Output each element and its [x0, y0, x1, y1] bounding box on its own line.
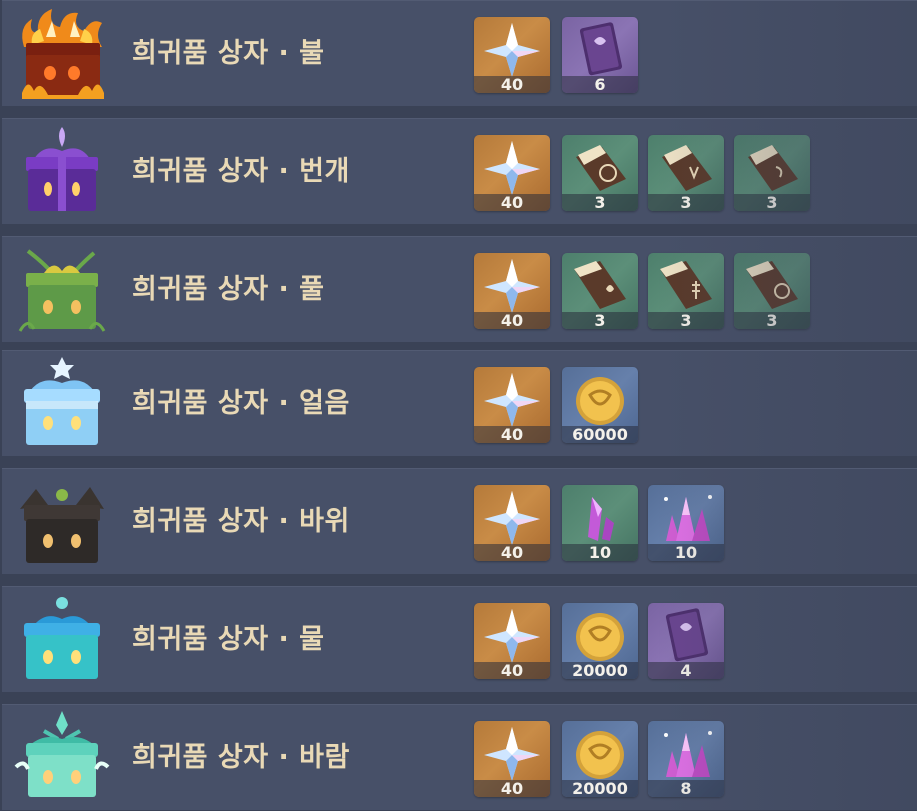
purple-book-icon — [652, 605, 720, 665]
crystal-cluster-icon — [652, 723, 720, 783]
reward-quantity: 3 — [562, 312, 638, 329]
cryo-chest-icon — [14, 357, 110, 451]
primogem-icon — [478, 605, 546, 665]
reward-item-primogem[interactable]: 40 — [474, 603, 550, 679]
chest-row-geo[interactable]: 희귀품 상자 · 바위 40 10 10 — [2, 468, 917, 574]
reward-item-mora[interactable]: 60000 — [562, 367, 638, 443]
talent-book-icon — [566, 255, 634, 315]
chest-row-cryo[interactable]: 희귀품 상자 · 얼음 40 60000 — [2, 350, 917, 456]
hydro-chest-icon — [14, 593, 110, 687]
reward-item-primogem[interactable]: 40 — [474, 17, 550, 93]
chest-title: 희귀품 상자 · 얼음 — [132, 388, 350, 419]
chest-title: 희귀품 상자 · 풀 — [132, 274, 325, 305]
reward-quantity: 3 — [734, 312, 810, 329]
reward-item-crystal-cluster[interactable]: 10 — [648, 485, 724, 561]
mora-coin-icon — [566, 369, 634, 429]
dendro-chest-icon — [14, 243, 110, 337]
reward-quantity: 40 — [474, 194, 550, 211]
reward-quantity: 40 — [474, 312, 550, 329]
reward-item-primogem[interactable]: 40 — [474, 721, 550, 797]
mora-coin-icon — [566, 605, 634, 665]
reward-item-talent-book[interactable]: 3 — [734, 253, 810, 329]
reward-quantity: 40 — [474, 76, 550, 93]
reward-item-talent-book[interactable]: 3 — [734, 135, 810, 211]
chest-title: 희귀품 상자 · 바람 — [132, 742, 350, 773]
reward-item-purple-book[interactable]: 4 — [648, 603, 724, 679]
reward-item-talent-book[interactable]: 3 — [648, 135, 724, 211]
reward-quantity: 40 — [474, 426, 550, 443]
reward-quantity: 10 — [562, 544, 638, 561]
reward-quantity: 10 — [648, 544, 724, 561]
pyro-chest-icon — [14, 7, 110, 101]
reward-item-mora[interactable]: 20000 — [562, 721, 638, 797]
talent-book-icon — [738, 137, 806, 197]
reward-quantity: 3 — [734, 194, 810, 211]
reward-item-talent-book[interactable]: 3 — [562, 253, 638, 329]
talent-book-icon — [652, 255, 720, 315]
geo-chest-icon — [14, 475, 110, 569]
chest-title: 희귀품 상자 · 바위 — [132, 506, 350, 537]
chest-row-anemo[interactable]: 희귀품 상자 · 바람 40 20000 8 — [2, 704, 917, 810]
chest-row-dendro[interactable]: 희귀품 상자 · 풀 40 3 3 3 — [2, 236, 917, 342]
reward-item-purple-book[interactable]: 6 — [562, 17, 638, 93]
talent-book-icon — [566, 137, 634, 197]
anemo-chest-icon — [14, 711, 110, 805]
chest-row-pyro[interactable]: 희귀품 상자 · 불 40 6 — [2, 0, 917, 106]
reward-quantity: 40 — [474, 544, 550, 561]
reward-item-primogem[interactable]: 40 — [474, 135, 550, 211]
reward-item-mora[interactable]: 20000 — [562, 603, 638, 679]
primogem-icon — [478, 723, 546, 783]
reward-item-talent-book[interactable]: 3 — [562, 135, 638, 211]
reward-quantity: 20000 — [562, 780, 638, 797]
reward-item-primogem[interactable]: 40 — [474, 485, 550, 561]
primogem-icon — [478, 19, 546, 79]
mora-coin-icon — [566, 723, 634, 783]
talent-book-icon — [652, 137, 720, 197]
purple-book-icon — [566, 19, 634, 79]
primogem-icon — [478, 255, 546, 315]
reward-quantity: 40 — [474, 662, 550, 679]
primogem-icon — [478, 137, 546, 197]
reward-item-talent-book[interactable]: 3 — [648, 253, 724, 329]
chest-title: 희귀품 상자 · 물 — [132, 624, 325, 655]
reward-quantity: 20000 — [562, 662, 638, 679]
chest-row-hydro[interactable]: 희귀품 상자 · 물 40 20000 4 — [2, 586, 917, 692]
primogem-icon — [478, 369, 546, 429]
chest-title: 희귀품 상자 · 번개 — [132, 156, 350, 187]
chest-title: 희귀품 상자 · 불 — [132, 38, 325, 69]
crystal-cluster-icon — [652, 487, 720, 547]
primogem-icon — [478, 487, 546, 547]
reward-item-primogem[interactable]: 40 — [474, 367, 550, 443]
chest-row-electro[interactable]: 희귀품 상자 · 번개 40 3 3 3 — [2, 118, 917, 224]
reward-quantity: 6 — [562, 76, 638, 93]
reward-quantity: 3 — [648, 312, 724, 329]
reward-quantity: 40 — [474, 780, 550, 797]
reward-quantity: 4 — [648, 662, 724, 679]
purple-crystal-icon — [566, 487, 634, 547]
talent-book-icon — [738, 255, 806, 315]
electro-chest-icon — [14, 125, 110, 219]
reward-item-purple-crystal[interactable]: 10 — [562, 485, 638, 561]
reward-quantity: 3 — [562, 194, 638, 211]
reward-quantity: 3 — [648, 194, 724, 211]
reward-quantity: 60000 — [562, 426, 638, 443]
reward-item-crystal-cluster[interactable]: 8 — [648, 721, 724, 797]
reward-quantity: 8 — [648, 780, 724, 797]
reward-item-primogem[interactable]: 40 — [474, 253, 550, 329]
